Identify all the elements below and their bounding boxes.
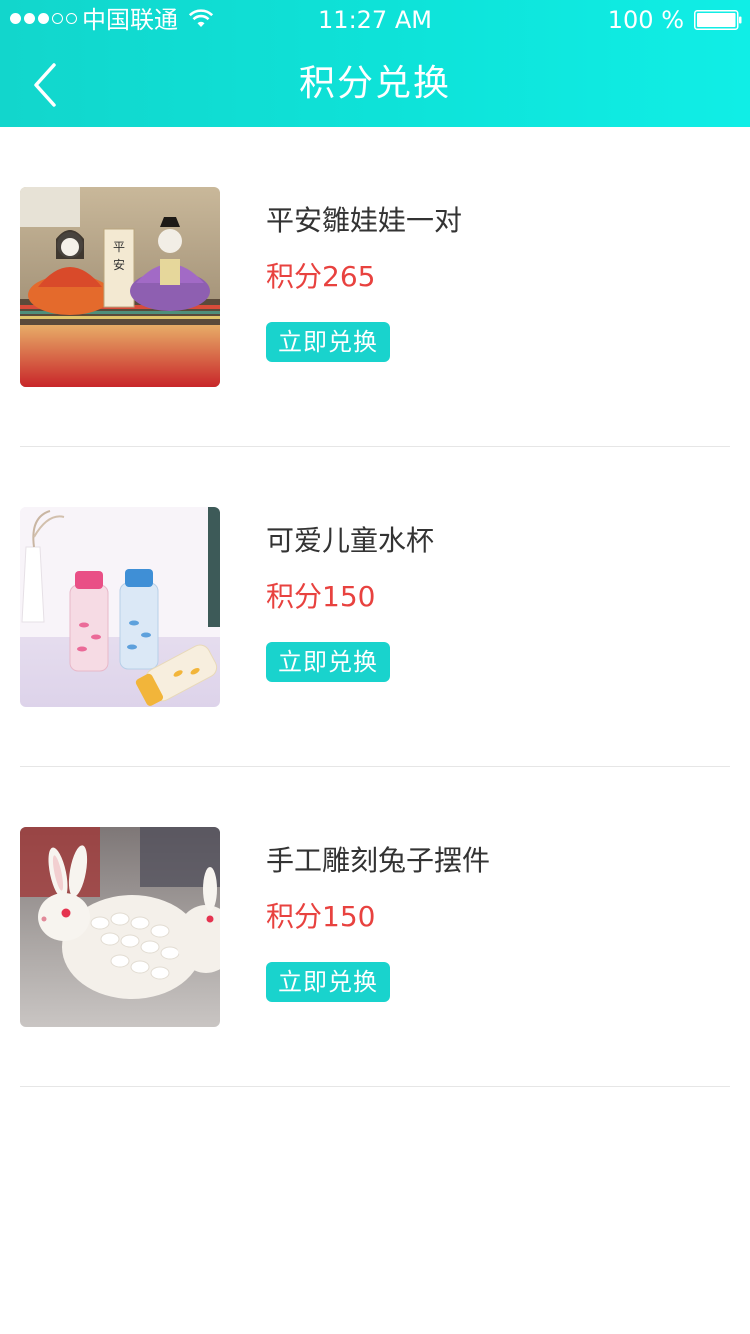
svg-text:安: 安 — [113, 257, 125, 272]
battery-percent: 100 % — [607, 6, 684, 34]
product-points: 积分265 — [266, 260, 376, 293]
redeem-button[interactable]: 立即兑换 — [266, 962, 390, 1002]
product-image[interactable] — [20, 507, 220, 707]
redeem-button[interactable]: 立即兑换 — [266, 642, 390, 682]
redeem-button[interactable]: 立即兑换 — [266, 322, 390, 362]
battery-icon — [694, 10, 742, 30]
list-item[interactable]: 可爱儿童水杯 积分150 立即兑换 — [0, 447, 750, 767]
screen: 中国联通 11:27 AM 100 % 积分兑换 平 安 平安雛娃娃一对 积分2… — [0, 0, 750, 1334]
water-bottles-image — [20, 507, 220, 707]
status-bar: 中国联通 11:27 AM 100 % — [0, 0, 750, 40]
divider — [20, 1086, 730, 1087]
product-image[interactable]: 平 安 — [20, 187, 220, 387]
product-name: 手工雕刻兔子摆件 — [266, 844, 491, 877]
nav-bar: 积分兑换 — [0, 40, 750, 127]
product-image[interactable] — [20, 827, 220, 1027]
product-list: 平 安 平安雛娃娃一对 积分265 立即兑换 可爱儿童水杯 积分150 立即兑换… — [0, 127, 750, 1087]
rabbit-ornament-image — [20, 827, 220, 1027]
doll-pair-image: 平 安 — [20, 187, 220, 387]
list-item[interactable]: 平 安 平安雛娃娃一对 积分265 立即兑换 — [0, 127, 750, 447]
chevron-left-icon — [34, 63, 56, 107]
back-button[interactable] — [16, 48, 76, 118]
product-name: 可爱儿童水杯 — [266, 524, 435, 557]
page-title: 积分兑换 — [298, 63, 451, 104]
header: 中国联通 11:27 AM 100 % 积分兑换 — [0, 0, 750, 127]
product-points: 积分150 — [266, 900, 376, 933]
svg-text:平: 平 — [113, 240, 125, 254]
list-item[interactable]: 手工雕刻兔子摆件 积分150 立即兑换 — [0, 767, 750, 1087]
product-name: 平安雛娃娃一对 — [266, 204, 463, 237]
product-points: 积分150 — [266, 580, 376, 613]
